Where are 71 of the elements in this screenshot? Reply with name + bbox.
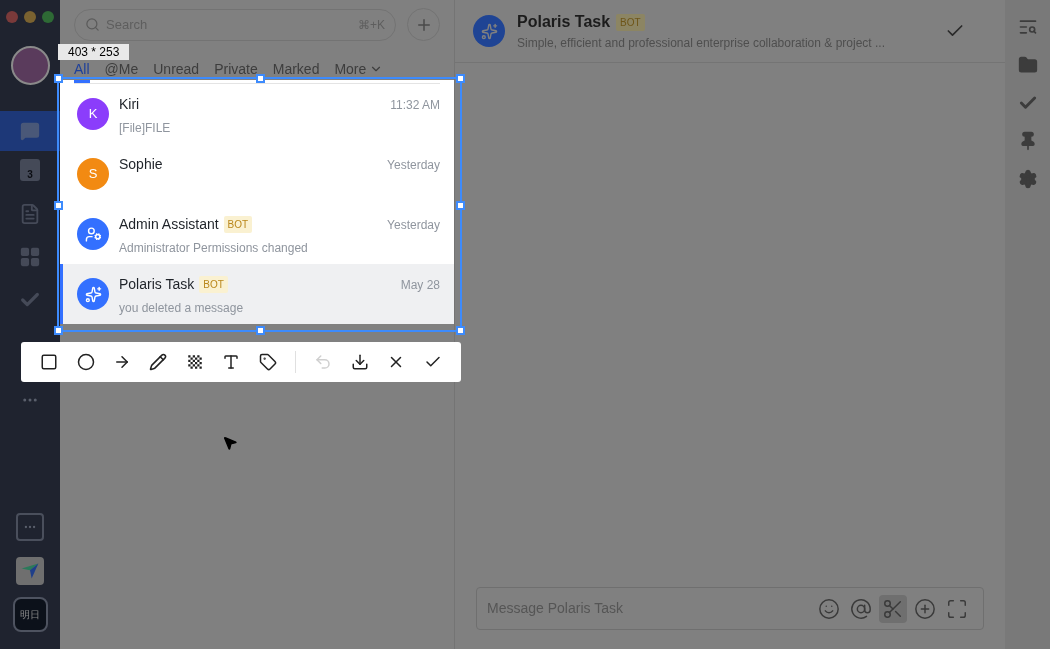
- settings-icon[interactable]: [1017, 169, 1038, 189]
- resize-handle[interactable]: [456, 326, 465, 335]
- chat-preview: [File]FILE: [119, 120, 172, 134]
- chat-title: Polaris Task: [517, 12, 611, 32]
- folder-icon[interactable]: [1017, 55, 1038, 75]
- size-label: 403 * 253: [58, 44, 130, 60]
- more-apps-button[interactable]: [16, 513, 44, 541]
- resize-handle[interactable]: [256, 74, 265, 83]
- paper-plane-icon: [20, 561, 40, 581]
- app-logo-button[interactable]: [16, 557, 44, 585]
- scissors-icon: [882, 597, 904, 620]
- scissors-button[interactable]: [879, 594, 907, 623]
- resize-handle[interactable]: [54, 201, 63, 210]
- minimize-window-button[interactable]: [24, 11, 36, 23]
- search-list-icon[interactable]: [1017, 17, 1038, 37]
- chat-row[interactable]: S Sophie Yesterday: [60, 144, 454, 204]
- grid-icon[interactable]: [19, 246, 41, 268]
- chat-bubble-icon: [20, 121, 40, 141]
- mosaic-icon[interactable]: [185, 353, 204, 371]
- chat-preview: you deleted a message: [119, 300, 245, 314]
- chat-name: Sophie: [119, 155, 163, 174]
- chat-name: Kiri: [119, 95, 140, 114]
- avatar: S: [77, 158, 109, 190]
- chat-row[interactable]: Admin Assistant BOT Yesterday Administrator Permissions changed: [60, 204, 454, 264]
- sparkle-icon: [480, 22, 498, 40]
- bot-badge: BOT: [199, 276, 228, 293]
- arrow-icon[interactable]: [113, 353, 131, 371]
- tab-underline: [74, 80, 90, 83]
- filter-tab[interactable]: More: [334, 61, 384, 77]
- chat-name: Admin Assistant: [119, 215, 219, 234]
- calendar-day: 3: [27, 170, 33, 180]
- resize-handle[interactable]: [456, 74, 465, 83]
- tag-icon[interactable]: [258, 353, 277, 371]
- chat-time: 11:32 AM: [390, 96, 440, 114]
- close-window-button[interactable]: [6, 11, 18, 23]
- circle-icon[interactable]: [76, 353, 95, 371]
- maximize-window-button[interactable]: [42, 11, 54, 23]
- chat-time: Yesterday: [387, 216, 440, 234]
- messages-nav-item[interactable]: [0, 111, 60, 151]
- chat-row[interactable]: K Kiri 11:32 AM [File]FILE: [60, 84, 454, 144]
- workspace-button[interactable]: 明日: [12, 597, 48, 632]
- document-icon[interactable]: [19, 203, 41, 225]
- resize-handle[interactable]: [54, 326, 63, 335]
- avatar: K: [77, 98, 109, 130]
- resize-handle[interactable]: [456, 201, 465, 210]
- resize-handle[interactable]: [256, 326, 265, 335]
- filter-tab[interactable]: All: [74, 61, 90, 77]
- filter-tab[interactable]: Unread: [153, 61, 200, 77]
- bot-badge: BOT: [223, 216, 253, 233]
- pencil-icon[interactable]: [149, 353, 168, 371]
- filter-tab[interactable]: Marked: [272, 61, 320, 77]
- chat-time: Yesterday: [387, 156, 440, 174]
- user-avatar[interactable]: [10, 46, 50, 85]
- search-icon: [85, 17, 100, 32]
- chat-time: May 28: [400, 276, 440, 294]
- chat-name: Polaris Task: [119, 275, 195, 294]
- resize-handle[interactable]: [54, 74, 63, 83]
- filter-tab[interactable]: Private: [214, 61, 258, 77]
- at-icon: [850, 597, 872, 620]
- text-icon[interactable]: [222, 353, 241, 371]
- bot-badge: BOT: [616, 13, 645, 31]
- plus-circle-icon: [914, 597, 936, 620]
- download-icon[interactable]: [350, 353, 369, 371]
- smile-icon: [818, 597, 840, 620]
- calendar-nav-item[interactable]: 3: [20, 159, 40, 181]
- expand-icon: [946, 597, 968, 620]
- cursor-icon: [222, 435, 238, 451]
- filter-tab[interactable]: @Me: [104, 61, 139, 77]
- chat-preview: Administrator Permissions changed: [119, 240, 309, 254]
- rectangle-icon[interactable]: [40, 353, 59, 371]
- chat-row[interactable]: Polaris Task BOT May 28 you deleted a message: [60, 264, 454, 324]
